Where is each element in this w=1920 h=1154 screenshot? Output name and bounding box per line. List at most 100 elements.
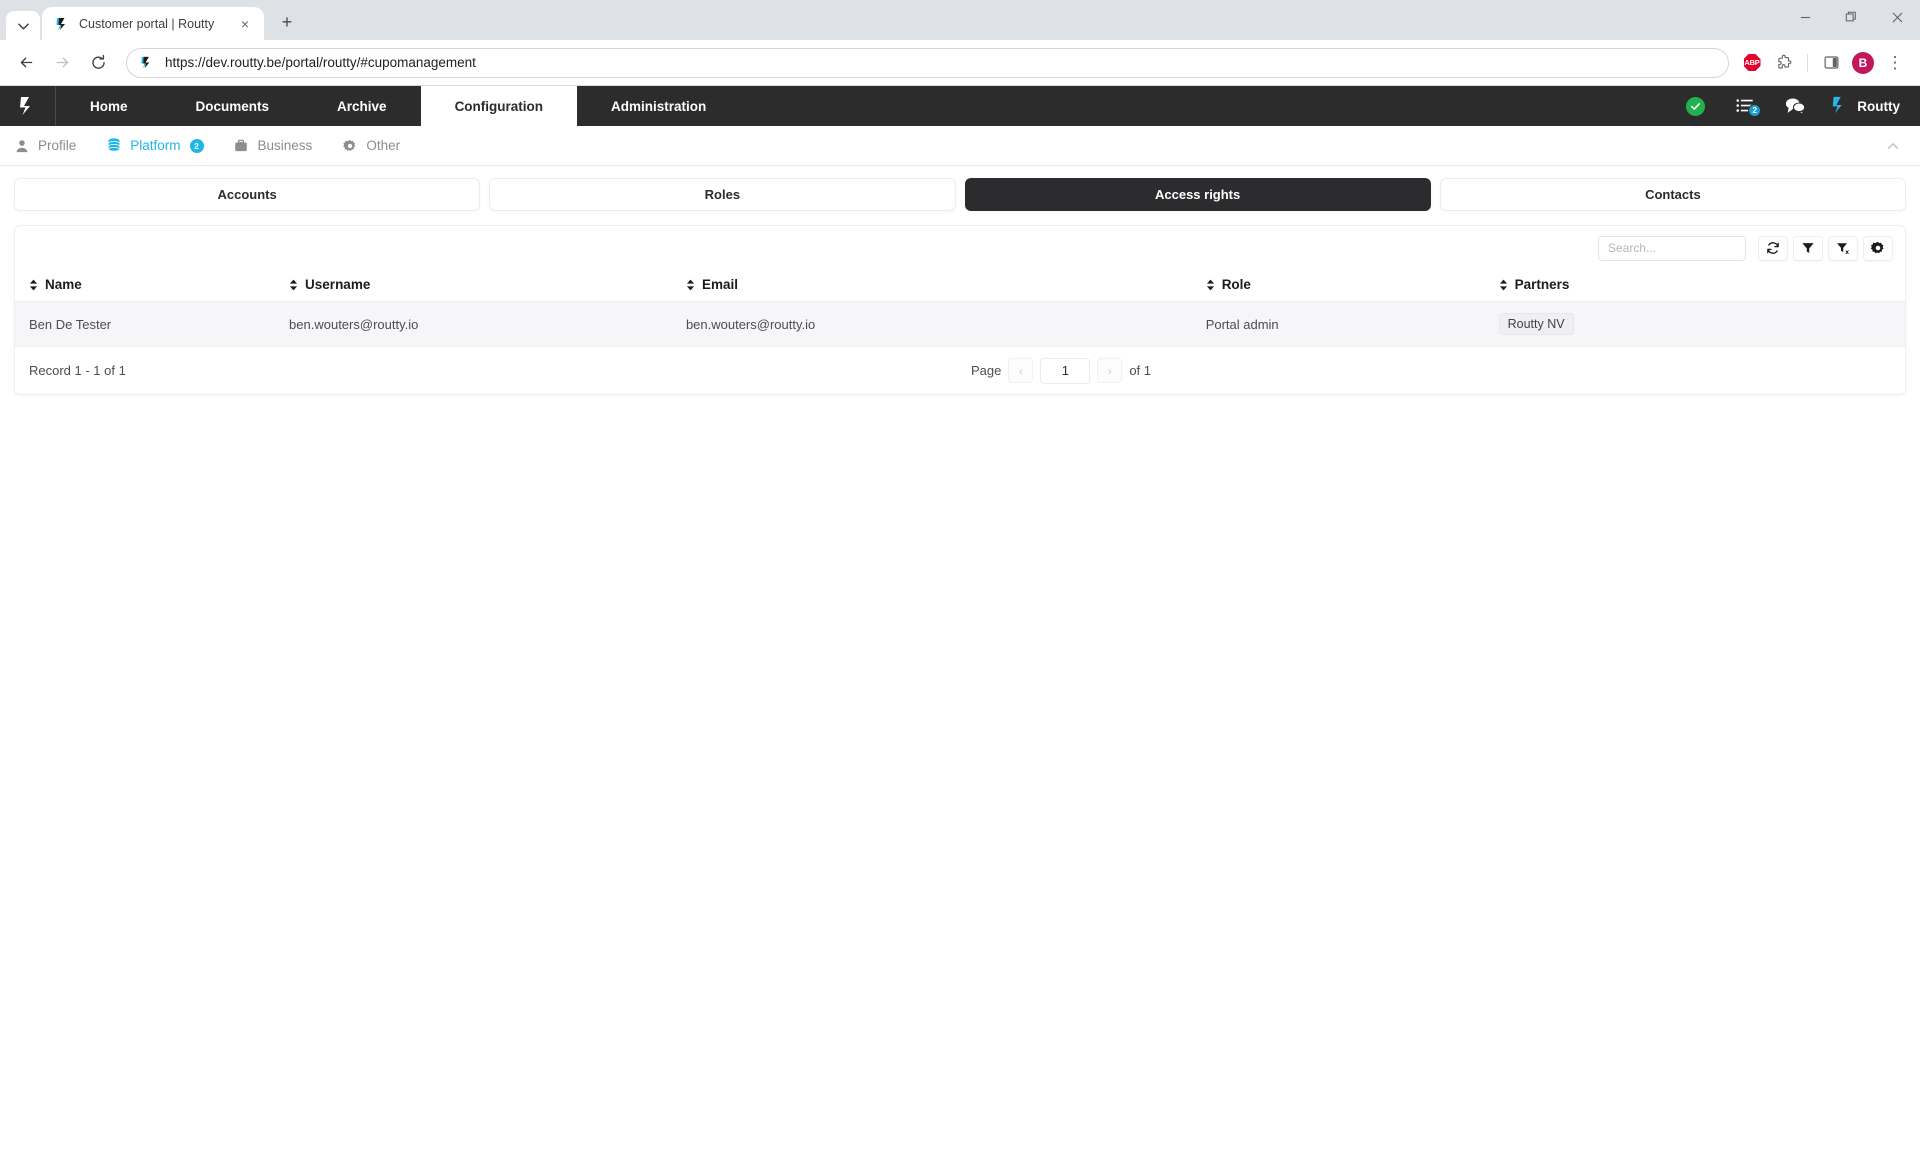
user-menu[interactable]: Routty bbox=[1820, 95, 1906, 118]
sort-icon[interactable] bbox=[289, 279, 298, 291]
application-root: Home Documents Archive Configuration Adm… bbox=[0, 86, 1920, 1148]
chat-bubbles-icon bbox=[1786, 98, 1806, 116]
prev-page-button[interactable]: ‹ bbox=[1008, 358, 1034, 383]
clear-filter-button[interactable]: x bbox=[1828, 235, 1858, 261]
subnav-platform-badge: 2 bbox=[189, 138, 204, 153]
subnav-label-platform: Platform bbox=[130, 138, 181, 153]
record-count-label: Record 1 - 1 of 1 bbox=[29, 363, 126, 378]
main-navbar: Home Documents Archive Configuration Adm… bbox=[0, 86, 1920, 126]
browser-tab-title: Customer portal | Routty bbox=[79, 17, 215, 31]
pagination: Page ‹ 1 › of 1 bbox=[970, 357, 1151, 384]
tab-search-button[interactable] bbox=[6, 11, 40, 41]
status-ok-button[interactable] bbox=[1670, 86, 1720, 126]
column-label-role: Role bbox=[1221, 277, 1251, 292]
nav-item-administration[interactable]: Administration bbox=[577, 86, 740, 126]
page-number-input[interactable]: 1 bbox=[1040, 357, 1091, 384]
subnav-label-profile: Profile bbox=[38, 138, 77, 153]
tasks-button[interactable]: 2 bbox=[1720, 86, 1770, 126]
cell-email: ben.wouters@routty.io bbox=[685, 301, 1206, 347]
tab-roles[interactable]: Roles bbox=[489, 178, 956, 211]
routty-brand-logo-icon[interactable] bbox=[0, 86, 56, 126]
gear-icon bbox=[1871, 241, 1884, 254]
gear-icon bbox=[342, 138, 357, 153]
subnav-item-profile[interactable]: Profile bbox=[14, 138, 76, 153]
subnav-label-other: Other bbox=[366, 138, 401, 153]
access-rights-panel: Search... x Name Username Email Role Par… bbox=[14, 225, 1906, 395]
side-panel-icon[interactable] bbox=[1816, 48, 1846, 78]
search-input[interactable]: Search... bbox=[1598, 235, 1746, 261]
back-button[interactable] bbox=[10, 47, 42, 79]
window-close-button[interactable] bbox=[1874, 0, 1920, 34]
user-name: Routty bbox=[1857, 98, 1900, 114]
tab-access-rights[interactable]: Access rights bbox=[964, 178, 1431, 211]
sub-navigation: Profile Platform 2 Business Other bbox=[0, 126, 1920, 166]
total-pages-label: of 1 bbox=[1129, 363, 1151, 378]
filter-icon bbox=[1802, 243, 1814, 253]
forward-button[interactable] bbox=[46, 47, 78, 79]
nav-item-home[interactable]: Home bbox=[56, 86, 162, 126]
window-controls bbox=[1782, 0, 1920, 34]
column-header-partners[interactable]: Partners bbox=[1498, 270, 1905, 302]
adblock-plus-icon[interactable]: ABP bbox=[1737, 48, 1767, 78]
toolbar-divider bbox=[1807, 53, 1808, 72]
browser-toolbar: https://dev.routty.be/portal/routty/#cup… bbox=[0, 40, 1920, 86]
column-header-role[interactable]: Role bbox=[1205, 270, 1499, 302]
svg-text:x: x bbox=[1845, 249, 1849, 255]
browser-menu-icon[interactable]: ⋮ bbox=[1880, 48, 1910, 78]
tab-contacts[interactable]: Contacts bbox=[1439, 178, 1906, 211]
briefcase-icon bbox=[234, 138, 249, 153]
refresh-button[interactable] bbox=[1758, 235, 1788, 261]
browser-tab[interactable]: Customer portal | Routty × bbox=[42, 7, 264, 41]
column-header-name[interactable]: Name bbox=[15, 270, 290, 302]
grid-footer: Record 1 - 1 of 1 Page ‹ 1 › of 1 bbox=[15, 347, 1905, 394]
filter-clear-icon: x bbox=[1836, 243, 1849, 255]
extensions-icon[interactable] bbox=[1769, 48, 1799, 78]
sort-icon[interactable] bbox=[29, 279, 38, 291]
address-bar-url: https://dev.routty.be/portal/routty/#cup… bbox=[165, 55, 476, 70]
next-page-button[interactable]: › bbox=[1097, 358, 1123, 383]
subnav-item-business[interactable]: Business bbox=[234, 138, 312, 153]
refresh-icon bbox=[1767, 242, 1779, 254]
address-bar[interactable]: https://dev.routty.be/portal/routty/#cup… bbox=[126, 47, 1729, 78]
tab-accounts[interactable]: Accounts bbox=[14, 178, 481, 211]
sort-icon[interactable] bbox=[1206, 279, 1215, 291]
window-minimize-button[interactable] bbox=[1782, 0, 1828, 34]
page-label: Page bbox=[970, 363, 1002, 378]
cell-username: ben.wouters@routty.io bbox=[289, 301, 686, 347]
tasks-badge: 2 bbox=[1748, 104, 1762, 117]
reload-button[interactable] bbox=[82, 47, 114, 79]
window-maximize-button[interactable] bbox=[1828, 0, 1874, 34]
subnav-item-other[interactable]: Other bbox=[342, 138, 400, 153]
column-label-username: Username bbox=[305, 277, 371, 292]
column-header-username[interactable]: Username bbox=[289, 270, 686, 302]
table-body: Ben De Tester ben.wouters@routty.io ben.… bbox=[15, 301, 1905, 347]
messages-button[interactable] bbox=[1770, 86, 1820, 126]
table-header: Name Username Email Role Partners bbox=[15, 270, 1905, 302]
grid-toolbar: Search... x bbox=[15, 226, 1905, 270]
access-rights-table: Name Username Email Role Partners Ben De… bbox=[15, 270, 1905, 347]
browser-toolbar-icons: ABP B ⋮ bbox=[1737, 48, 1910, 78]
check-circle-icon bbox=[1685, 96, 1705, 116]
cell-partners: Routty NV bbox=[1498, 301, 1905, 347]
column-header-email[interactable]: Email bbox=[685, 270, 1206, 302]
person-icon bbox=[14, 138, 29, 153]
user-avatar-logo-icon bbox=[1830, 95, 1848, 118]
sort-icon[interactable] bbox=[1499, 279, 1508, 291]
chevron-up-icon[interactable] bbox=[1880, 133, 1906, 159]
column-label-partners: Partners bbox=[1514, 277, 1570, 292]
nav-item-configuration[interactable]: Configuration bbox=[420, 86, 578, 126]
nav-item-archive[interactable]: Archive bbox=[303, 86, 421, 126]
sort-icon[interactable] bbox=[686, 279, 695, 291]
section-tabs: Accounts Roles Access rights Contacts bbox=[14, 178, 1906, 211]
profile-avatar[interactable]: B bbox=[1848, 48, 1878, 78]
page-content: Accounts Roles Access rights Contacts Se… bbox=[0, 166, 1920, 395]
cell-name: Ben De Tester bbox=[15, 301, 290, 347]
navbar-right-group: 2 Routty bbox=[1670, 86, 1920, 126]
table-row[interactable]: Ben De Tester ben.wouters@routty.io ben.… bbox=[15, 301, 1905, 347]
nav-item-documents[interactable]: Documents bbox=[162, 86, 304, 126]
subnav-item-platform[interactable]: Platform 2 bbox=[106, 138, 204, 153]
new-tab-button[interactable]: + bbox=[272, 7, 302, 37]
tab-close-icon[interactable]: × bbox=[236, 15, 254, 33]
filter-button[interactable] bbox=[1793, 235, 1823, 261]
settings-button[interactable] bbox=[1863, 235, 1893, 261]
